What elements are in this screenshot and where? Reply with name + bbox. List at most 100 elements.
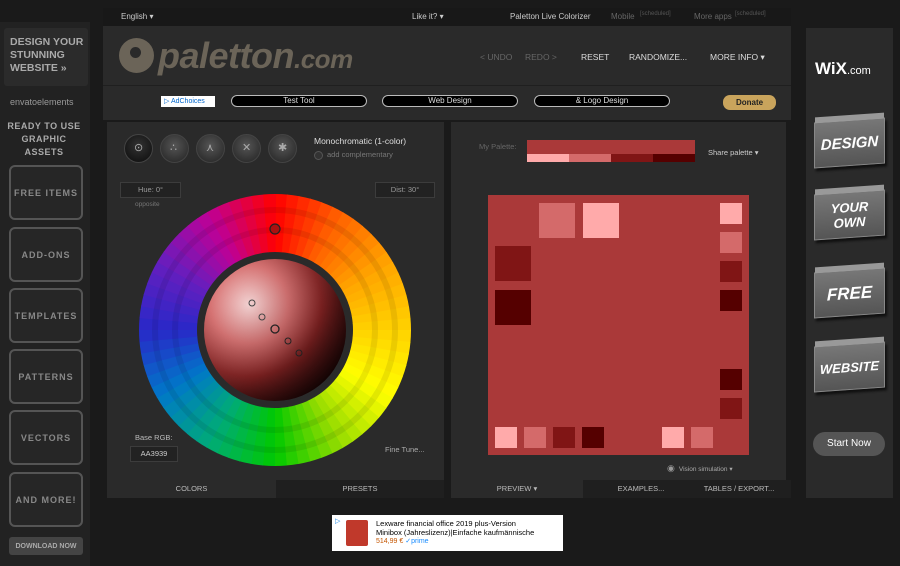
download-now-button[interactable]: DOWNLOAD NOW: [9, 537, 83, 555]
preview-mini-2: [720, 232, 742, 253]
base-rgb-label: Base RGB:: [135, 433, 173, 442]
wix-card-website: WEBSITE: [814, 341, 885, 393]
ad-item-templates[interactable]: TEMPLATES: [9, 288, 83, 343]
ad-info-icon[interactable]: ▷: [335, 517, 340, 525]
tab-presets[interactable]: PRESETS: [276, 480, 444, 498]
free-style-dial-icon: ✱: [278, 142, 288, 154]
triad-scheme-dial[interactable]: ⋏: [196, 134, 225, 163]
vision-label: Vision simulation ▾: [678, 466, 733, 473]
add-complementary-radio[interactable]: [314, 150, 323, 160]
logo-com: .com: [294, 44, 353, 74]
preview-mini-8: [524, 427, 546, 448]
ad-item-free-items[interactable]: FREE ITEMS: [9, 165, 83, 220]
right-tabs: PREVIEW ▾ EXAMPLES... TABLES / EXPORT...: [451, 480, 791, 498]
header: paletton.com < UNDO REDO > RESET RANDOMI…: [103, 26, 791, 85]
eye-icon: ◉: [667, 463, 675, 473]
base-rgb-input[interactable]: AA3939: [130, 446, 178, 462]
donate-button[interactable]: Donate: [723, 95, 776, 110]
add-complementary-toggle[interactable]: add complementary: [314, 150, 393, 160]
ad-item-vectors[interactable]: VECTORS: [9, 410, 83, 465]
wix-logo-main: WiX: [815, 59, 847, 78]
bottom-ad[interactable]: ▷ Lexware financial office 2019 plus-Ver…: [332, 515, 563, 551]
palette-lightest-swatch[interactable]: [527, 154, 569, 162]
preview-swatch-light: [539, 203, 575, 238]
preview-swatch-darkest: [495, 290, 531, 325]
preview-mini-7: [495, 427, 517, 448]
prime-badge: ✓prime: [405, 538, 429, 545]
ad-subheadline: READY TO USE GRAPHIC ASSETS: [7, 121, 81, 157]
palette-dark-swatch[interactable]: [611, 154, 653, 162]
start-now-button[interactable]: Start Now: [813, 432, 885, 456]
colors-panel: ⊙ ∴ ⋏ ✕ ✱ Monochromatic (1-color) add co…: [107, 122, 444, 498]
palette-light-swatch[interactable]: [569, 154, 611, 162]
undo-button[interactable]: < UNDO: [480, 52, 512, 62]
ad-headline[interactable]: DESIGN YOUR STUNNING WEBSITE »: [4, 28, 88, 86]
wix-card-free: FREE: [814, 267, 885, 319]
randomize-button[interactable]: RANDOMIZE...: [629, 52, 687, 62]
share-palette-menu[interactable]: Share palette ▾: [708, 148, 758, 157]
preview-swatch-lightest: [583, 203, 619, 238]
adchoices-badge[interactable]: ▷ AdChoices: [161, 96, 215, 107]
ad-title-line2[interactable]: Minibox (Jahreslizenz)|Einfache kaufmänn…: [376, 528, 534, 537]
wix-logo-com: .com: [846, 65, 871, 77]
scheme-label: Monochromatic (1-color): [314, 136, 407, 146]
wix-card-design: DESIGN: [814, 117, 885, 169]
ad-item-add-ons[interactable]: ADD-ONS: [9, 227, 83, 282]
language-select[interactable]: English ▾: [121, 12, 153, 21]
hue-handle[interactable]: [269, 223, 281, 235]
tab-colors[interactable]: COLORS: [107, 480, 276, 498]
link-bar: ▷ AdChoices Test Tool Web Design & Logo …: [103, 85, 791, 120]
palette-preview[interactable]: [488, 195, 749, 455]
saturation-shade: [204, 259, 346, 401]
palette-base-swatch[interactable]: [527, 140, 695, 154]
preview-mini-6: [720, 398, 742, 419]
my-palette-strip[interactable]: [527, 140, 695, 162]
reset-button[interactable]: RESET: [581, 52, 609, 62]
preview-mini-9: [553, 427, 575, 448]
palette-darkest-swatch[interactable]: [653, 154, 695, 162]
tetrad-dial-icon: ✕: [242, 142, 252, 154]
tab-preview[interactable]: PREVIEW ▾: [451, 480, 583, 498]
ad-price-value: 514,99 €: [376, 538, 404, 545]
vision-simulation-menu[interactable]: ◉ Vision simulation ▾: [667, 463, 733, 474]
web-design-link[interactable]: Web Design: [382, 95, 518, 107]
palette-panel: My Palette: Share palette ▾ ◉ Vision simu…: [451, 122, 786, 480]
preview-mini-11: [662, 427, 684, 448]
more-apps-link[interactable]: More apps: [694, 12, 732, 21]
redo-button[interactable]: REDO >: [525, 52, 557, 62]
envato-ad[interactable]: DESIGN YOUR STUNNING WEBSITE » envatoele…: [0, 22, 90, 566]
logo-design-link[interactable]: & Logo Design: [534, 95, 670, 107]
mono-scheme-dial[interactable]: ⊙: [124, 134, 153, 163]
mobile-link[interactable]: Mobile: [611, 12, 635, 21]
ad-item-patterns[interactable]: PATTERNS: [9, 349, 83, 404]
color-wheel[interactable]: [137, 192, 413, 468]
mono-dial-icon: ⊙: [134, 142, 144, 154]
preview-mini-10: [582, 427, 604, 448]
app-name-link[interactable]: Paletton Live Colorizer: [510, 12, 590, 21]
ad-title-line1[interactable]: Lexware financial office 2019 plus-Versi…: [376, 519, 516, 528]
tab-tables-export[interactable]: TABLES / EXPORT...: [687, 480, 791, 498]
adjacent-dial-icon: ∴: [170, 142, 177, 154]
tab-examples[interactable]: EXAMPLES...: [585, 480, 697, 498]
site-logo[interactable]: paletton.com: [158, 35, 353, 77]
left-tabs: COLORS PRESETS: [107, 480, 444, 498]
preview-mini-3: [720, 261, 742, 282]
add-complementary-label: add complementary: [327, 150, 393, 159]
triad-dial-icon: ⋏: [206, 142, 215, 154]
more-apps-scheduled-badge: [scheduled]: [735, 11, 766, 17]
free-style-dial[interactable]: ✱: [268, 134, 297, 163]
wix-logo: WiX.com: [815, 59, 871, 79]
wix-ad[interactable]: WiX.com DESIGN YOUR OWN FREE WEBSITE Sta…: [806, 28, 893, 498]
like-it-menu[interactable]: Like it? ▾: [412, 12, 444, 21]
adjacent-scheme-dial[interactable]: ∴: [160, 134, 189, 163]
test-tool-link[interactable]: Test Tool: [231, 95, 367, 107]
top-bar: English ▾ Like it? ▾ Paletton Live Color…: [103, 8, 791, 26]
paletton-logo-icon: [119, 38, 154, 73]
product-image[interactable]: [346, 520, 368, 546]
preview-mini-5: [720, 369, 742, 390]
more-info-menu[interactable]: MORE INFO ▾: [710, 52, 765, 63]
tetrad-scheme-dial[interactable]: ✕: [232, 134, 261, 163]
ad-price: 514,99 € ✓prime: [376, 537, 429, 545]
fine-tune-link[interactable]: Fine Tune...: [385, 445, 425, 454]
ad-item-and-more[interactable]: AND MORE!: [9, 472, 83, 527]
